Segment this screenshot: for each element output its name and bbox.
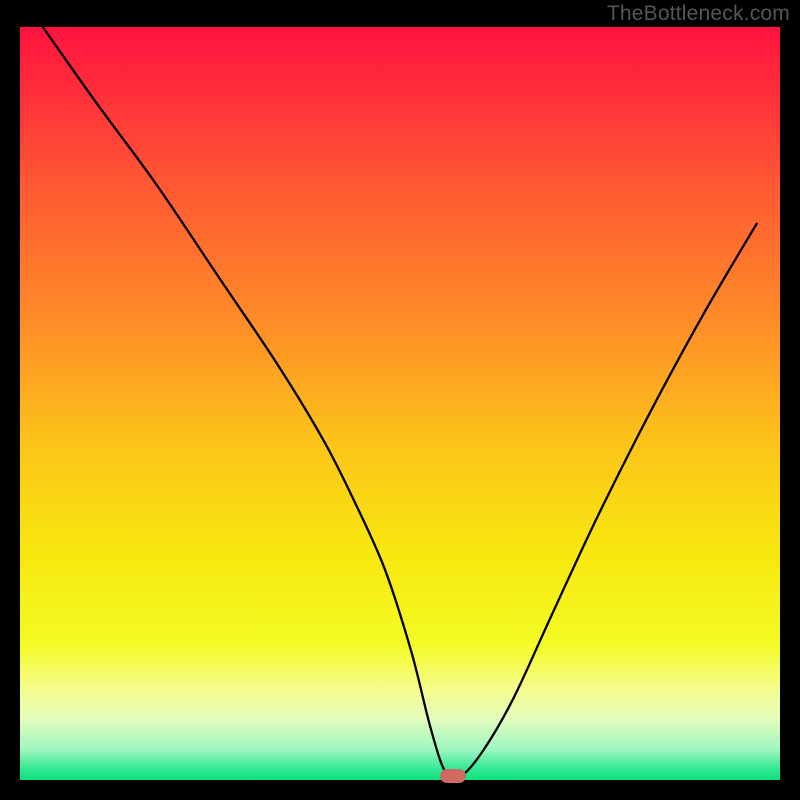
plot-area: [20, 27, 780, 780]
min-marker: [440, 769, 466, 783]
watermark-text: TheBottleneck.com: [607, 2, 790, 26]
bottleneck-curve: [43, 27, 757, 779]
curve-layer: [20, 27, 780, 780]
chart-frame: TheBottleneck.com: [0, 0, 800, 800]
